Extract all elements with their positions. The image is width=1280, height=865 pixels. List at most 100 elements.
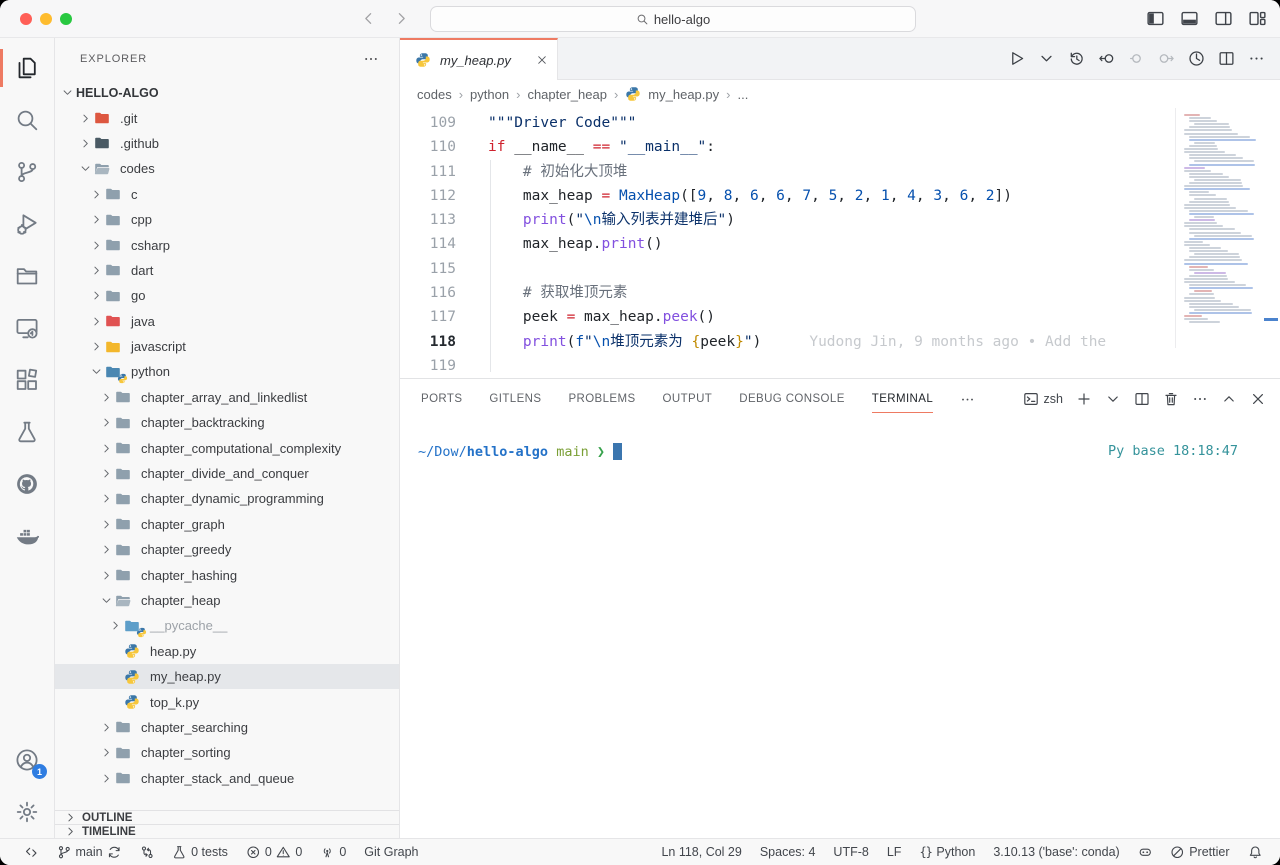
activity-accounts[interactable]: 1 xyxy=(0,734,54,786)
panel-tab-debug-console[interactable]: DEBUG CONSOLE xyxy=(739,379,845,419)
tree-item--github[interactable]: .github xyxy=(55,131,399,156)
tree-chevron-icon[interactable] xyxy=(98,518,115,531)
tree-chevron-icon[interactable] xyxy=(88,365,105,378)
tree-chevron-icon[interactable] xyxy=(98,467,115,480)
tree-item-chapter-backtracking[interactable]: chapter_backtracking xyxy=(55,410,399,435)
tab-my-heap[interactable]: my_heap.py xyxy=(400,38,558,80)
status-git-graph[interactable]: Git Graph xyxy=(364,845,418,860)
tree-item-chapter-graph[interactable]: chapter_graph xyxy=(55,512,399,537)
terminal-dropdown-icon[interactable] xyxy=(1105,391,1121,407)
tree-chevron-icon[interactable] xyxy=(98,721,115,734)
tree-chevron-icon[interactable] xyxy=(77,112,94,125)
terminal-more-icon[interactable] xyxy=(1192,391,1208,407)
code-line-113[interactable]: 113 print("\n输入列表并建堆后") xyxy=(400,208,1280,232)
minimap[interactable] xyxy=(1175,108,1263,348)
code-line-115[interactable]: 115 xyxy=(400,257,1280,281)
tree-item-codes[interactable]: codes xyxy=(55,156,399,181)
open-revision-icon[interactable] xyxy=(1188,50,1205,67)
code-line-118[interactable]: 118 print(f"\n堆顶元素为 {peek}")Yudong Jin, … xyxy=(400,330,1280,354)
breadcrumb-item[interactable]: my_heap.py xyxy=(648,87,719,102)
navigate-forward-icon[interactable] xyxy=(393,10,410,27)
tree-item--pycache-[interactable]: __pycache__ xyxy=(55,613,399,638)
tree-item-chapter-computational-complexity[interactable]: chapter_computational_complexity xyxy=(55,435,399,460)
terminal-view[interactable]: ~/Dow/hello-algo main ❯ Py base 18:18:47 xyxy=(400,419,1280,838)
close-window-button[interactable] xyxy=(20,13,32,25)
status-cursor-position[interactable]: Ln 118, Col 29 xyxy=(661,845,741,860)
status-tests[interactable]: 0 tests xyxy=(172,845,228,860)
status-gitlens-compare[interactable] xyxy=(140,845,155,860)
tree-chevron-icon[interactable] xyxy=(88,188,105,201)
activity-testing[interactable] xyxy=(0,406,54,458)
activity-project-folder[interactable] xyxy=(0,250,54,302)
code-line-117[interactable]: 117 peek = max_heap.peek() xyxy=(400,305,1280,329)
code-line-116[interactable]: 116 # 获取堆顶元素 xyxy=(400,281,1280,305)
code-line-114[interactable]: 114 max_heap.print() xyxy=(400,232,1280,256)
status-encoding[interactable]: UTF-8 xyxy=(833,845,868,860)
code-line-111[interactable]: 111 # 初始化大顶堆 xyxy=(400,160,1280,184)
tree-item-top-k-py[interactable]: top_k.py xyxy=(55,689,399,714)
explorer-more-actions-icon[interactable] xyxy=(363,51,379,67)
activity-settings[interactable] xyxy=(0,786,54,838)
activity-extensions[interactable] xyxy=(0,354,54,406)
tree-item-chapter-searching[interactable]: chapter_searching xyxy=(55,715,399,740)
activity-github[interactable] xyxy=(0,458,54,510)
tree-item-heap-py[interactable]: heap.py xyxy=(55,639,399,664)
tree-item-chapter-divide-and-conquer[interactable]: chapter_divide_and_conquer xyxy=(55,461,399,486)
split-terminal-icon[interactable] xyxy=(1134,391,1150,407)
kill-terminal-icon[interactable] xyxy=(1163,391,1179,407)
panel-tab-ports[interactable]: PORTS xyxy=(421,379,462,419)
tree-chevron-icon[interactable] xyxy=(98,416,115,429)
maximize-panel-icon[interactable] xyxy=(1221,391,1237,407)
tree-item--git[interactable]: .git xyxy=(55,105,399,130)
status-notifications[interactable] xyxy=(1248,845,1263,860)
status-remote-indicator[interactable] xyxy=(24,845,39,860)
close-panel-icon[interactable] xyxy=(1250,391,1266,407)
sidebar-section-outline[interactable]: OUTLINE xyxy=(55,810,399,824)
tree-item-chapter-array-and-linkedlist[interactable]: chapter_array_and_linkedlist xyxy=(55,385,399,410)
tree-item-python[interactable]: python xyxy=(55,359,399,384)
activity-remote-explorer[interactable] xyxy=(0,302,54,354)
status-eol[interactable]: LF xyxy=(887,845,902,860)
activity-explorer[interactable] xyxy=(0,42,54,94)
status-python-interpreter[interactable]: 3.10.13 ('base': conda) xyxy=(993,845,1119,860)
panel-tab-gitlens[interactable]: GITLENS xyxy=(489,379,541,419)
tree-item-chapter-dynamic-programming[interactable]: chapter_dynamic_programming xyxy=(55,486,399,511)
customize-layout-icon[interactable] xyxy=(1248,9,1267,28)
sidebar-section-timeline[interactable]: TIMELINE xyxy=(55,824,399,838)
tree-chevron-icon[interactable] xyxy=(98,391,115,404)
panel-tab-output[interactable]: OUTPUT xyxy=(663,379,713,419)
code-line-110[interactable]: 110if __name__ == "__main__": xyxy=(400,135,1280,159)
tree-item-chapter-greedy[interactable]: chapter_greedy xyxy=(55,537,399,562)
new-terminal-icon[interactable] xyxy=(1076,391,1092,407)
tree-item-chapter-sorting[interactable]: chapter_sorting xyxy=(55,740,399,765)
status-prettier[interactable]: Prettier xyxy=(1170,845,1229,860)
status-problems[interactable]: 00 xyxy=(246,845,302,860)
tree-item-dart[interactable]: dart xyxy=(55,258,399,283)
shell-selector[interactable]: zsh xyxy=(1023,391,1063,407)
tree-chevron-icon[interactable] xyxy=(59,86,76,99)
zoom-window-button[interactable] xyxy=(60,13,72,25)
tree-item-hello-algo[interactable]: HELLO-ALGO xyxy=(55,80,399,105)
tree-chevron-icon[interactable] xyxy=(98,772,115,785)
tree-chevron-icon[interactable] xyxy=(98,569,115,582)
tree-chevron-icon[interactable] xyxy=(98,594,115,607)
tree-chevron-icon[interactable] xyxy=(98,746,115,759)
tree-item-chapter-heap[interactable]: chapter_heap xyxy=(55,588,399,613)
split-editor-icon[interactable] xyxy=(1218,50,1235,67)
tree-item-java[interactable]: java xyxy=(55,309,399,334)
status-language-mode[interactable]: {}Python xyxy=(919,845,975,860)
minimize-window-button[interactable] xyxy=(40,13,52,25)
close-tab-icon[interactable] xyxy=(536,54,548,66)
status-broadcast[interactable]: 0 xyxy=(320,845,346,860)
code-line-119[interactable]: 119 xyxy=(400,354,1280,378)
tree-item-cpp[interactable]: cpp xyxy=(55,207,399,232)
toggle-secondary-sidebar-icon[interactable] xyxy=(1214,9,1233,28)
breadcrumb-item[interactable]: python xyxy=(470,87,509,102)
panel-tab-terminal[interactable]: TERMINAL xyxy=(872,379,933,419)
breadcrumb-item[interactable]: chapter_heap xyxy=(527,87,607,102)
tree-chevron-icon[interactable] xyxy=(88,340,105,353)
tree-item-chapter-hashing[interactable]: chapter_hashing xyxy=(55,562,399,587)
tree-chevron-icon[interactable] xyxy=(98,442,115,455)
tree-chevron-icon[interactable] xyxy=(88,213,105,226)
activity-run-and-debug[interactable] xyxy=(0,198,54,250)
